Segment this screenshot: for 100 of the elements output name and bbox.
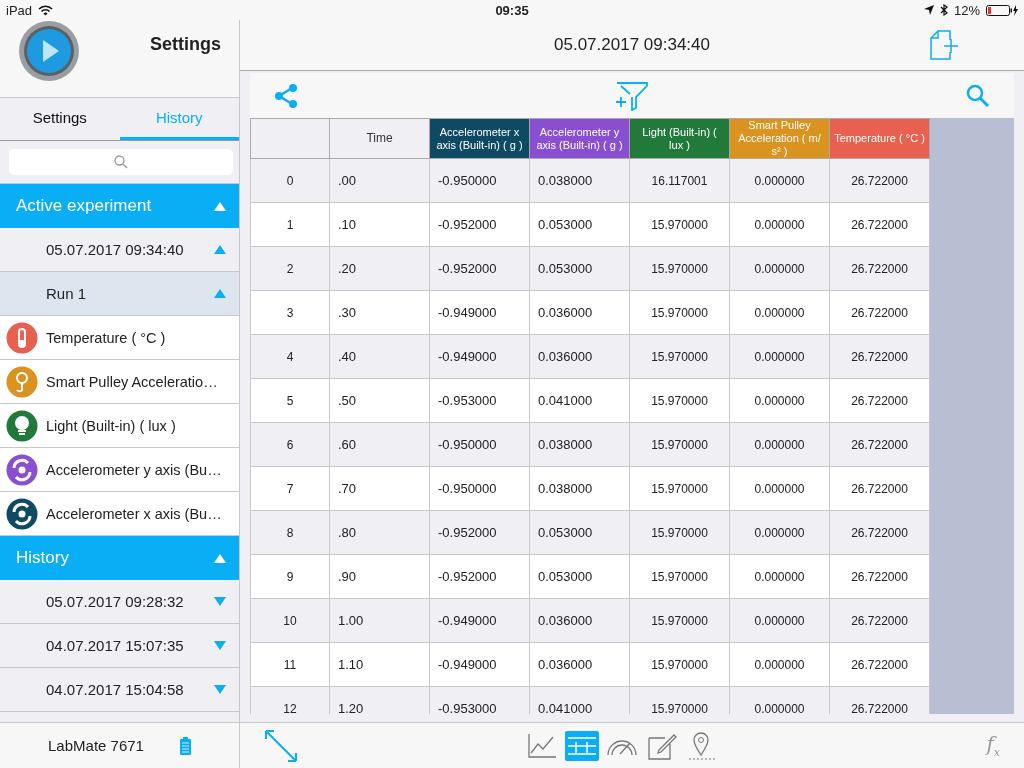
row-index: 4 (250, 334, 330, 379)
table-cell: 0.000000 (729, 246, 830, 291)
table-cell: 26.722000 (829, 466, 930, 511)
battery-icon (986, 4, 1018, 16)
table-cell: 26.722000 (829, 334, 930, 379)
table-cell: 26.722000 (829, 598, 930, 643)
column-header[interactable]: Accelerometer y axis (Built-in) ( g ) (529, 118, 630, 159)
tab[interactable]: Settings (0, 98, 120, 140)
table-cell: 0.036000 (529, 642, 630, 687)
battery-icon[interactable] (179, 736, 191, 755)
sidebar-title: Settings (150, 34, 221, 56)
table-cell: -0.952000 (429, 510, 530, 555)
table-cell: 15.970000 (629, 202, 730, 247)
new-document-icon[interactable] (930, 30, 960, 60)
view-button[interactable] (565, 730, 600, 761)
share-icon[interactable] (274, 82, 298, 109)
table-cell: 16.117001 (629, 158, 730, 203)
sensor-item[interactable]: Smart Pulley Acceleratio… (0, 360, 239, 404)
table-cell: .30 (329, 290, 430, 335)
table-cell: 0.036000 (529, 290, 630, 335)
up-triangle-icon[interactable] (213, 200, 227, 212)
table-cell: 0.000000 (729, 422, 830, 467)
bluetooth-icon (939, 4, 948, 16)
table-cell: -0.949000 (429, 598, 530, 643)
table-cell: 15.970000 (629, 554, 730, 599)
table-cell: 26.722000 (829, 510, 930, 555)
play-logo-icon[interactable] (18, 20, 80, 82)
table-cell: 26.722000 (829, 290, 930, 335)
search-icon[interactable] (966, 83, 990, 108)
table-cell: 15.970000 (629, 290, 730, 335)
table-cell: 1.10 (329, 642, 430, 687)
table-cell: 0.000000 (729, 290, 830, 335)
table-cell: .60 (329, 422, 430, 467)
table-cell: 0.000000 (729, 510, 830, 555)
table-cell: 0.000000 (729, 202, 830, 247)
sensor-item[interactable]: Temperature ( °C ) (0, 316, 239, 360)
table-cell: 26.722000 (829, 554, 930, 599)
down-triangle-icon[interactable] (213, 596, 227, 607)
wifi-icon (38, 4, 54, 16)
down-triangle-icon[interactable] (213, 684, 227, 695)
table-cell: -0.953000 (429, 378, 530, 423)
table-icon (567, 734, 598, 757)
table-cell: 0.036000 (529, 598, 630, 643)
table-cell: 26.722000 (829, 158, 930, 203)
column-header[interactable]: Light (Built-in) ( lux ) (629, 118, 730, 159)
table-cell: .10 (329, 202, 430, 247)
table-cell: .40 (329, 334, 430, 379)
table-cell: .90 (329, 554, 430, 599)
table-cell: 0.038000 (529, 422, 630, 467)
up-triangle-icon[interactable] (213, 552, 227, 564)
column-header[interactable]: Time (329, 118, 430, 159)
table-cell: 0.000000 (729, 466, 830, 511)
table-cell: 26.722000 (829, 642, 930, 687)
table-cell: 26.722000 (829, 202, 930, 247)
table-cell: 0.000000 (729, 158, 830, 203)
table-cell: -0.949000 (429, 290, 530, 335)
status-time: 09:35 (495, 2, 529, 18)
table-cell: -0.950000 (429, 158, 530, 203)
table-cell: -0.952000 (429, 554, 530, 599)
table-cell: 0.053000 (529, 202, 630, 247)
up-triangle-icon[interactable] (213, 288, 227, 299)
table-cell: 0.053000 (529, 554, 630, 599)
table-cell: 0.038000 (529, 466, 630, 511)
device-label: LabMate 7671 (48, 737, 144, 754)
table-cell: .80 (329, 510, 430, 555)
row-index: 6 (250, 422, 330, 467)
table-cell: 15.970000 (629, 334, 730, 379)
table-cell: 1.00 (329, 598, 430, 643)
table-cell: 0.036000 (529, 334, 630, 379)
table-cell: 15.970000 (629, 686, 730, 714)
table-cell: 0.000000 (729, 686, 830, 714)
table-cell: 0.000000 (729, 554, 830, 599)
column-header[interactable]: Accelerometer x axis (Built-in) ( g ) (429, 118, 530, 159)
table-cell: 15.970000 (629, 598, 730, 643)
row-index: 0 (250, 158, 330, 203)
table-cell: -0.953000 (429, 686, 530, 714)
sensor-item[interactable]: Light (Built-in) ( lux ) (0, 404, 239, 448)
sensor-item[interactable]: Accelerometer x axis (Bu… (0, 492, 239, 536)
up-triangle-icon[interactable] (213, 244, 227, 255)
row-index: 1 (250, 202, 330, 247)
table-cell: 0.000000 (729, 334, 830, 379)
table-cell: 15.970000 (629, 422, 730, 467)
table-cell: 15.970000 (629, 378, 730, 423)
table-cell: 26.722000 (829, 686, 930, 714)
table-cell: 15.970000 (629, 510, 730, 555)
table-cell: -0.949000 (429, 642, 530, 687)
table-cell: 0.000000 (729, 598, 830, 643)
expand-arrows-icon[interactable] (264, 728, 298, 763)
row-index: 11 (250, 642, 330, 687)
search-field[interactable] (9, 149, 233, 175)
table-cell: -0.950000 (429, 466, 530, 511)
sensor-item[interactable]: Accelerometer y axis (Bu… (0, 448, 239, 492)
down-triangle-icon[interactable] (213, 640, 227, 651)
filter-add-icon[interactable] (616, 80, 648, 111)
table-cell: .50 (329, 378, 430, 423)
table-cell: -0.952000 (429, 246, 530, 291)
table-cell: 0.038000 (529, 158, 630, 203)
table-cell: 26.722000 (829, 378, 930, 423)
table-cell: .70 (329, 466, 430, 511)
row-index: 7 (250, 466, 330, 511)
